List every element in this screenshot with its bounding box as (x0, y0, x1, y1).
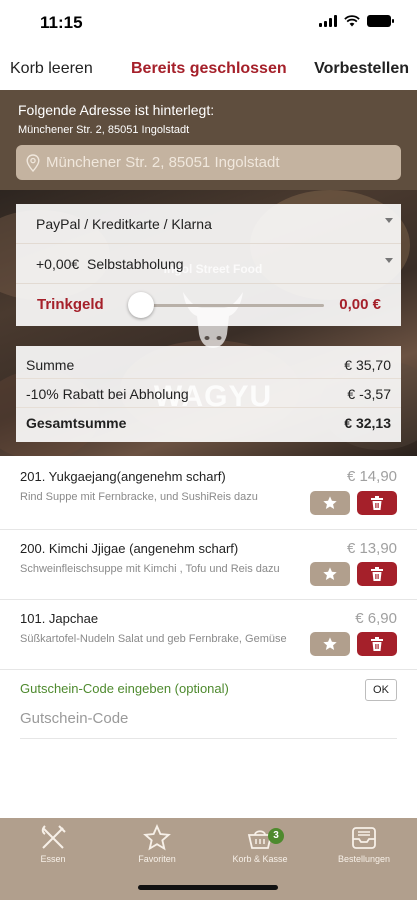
delivery-mode-select[interactable]: +0,00€ Selbstabholung (16, 244, 401, 284)
cart-item: 101. Japchae Süßkartofel-Nudeln Salat un… (0, 600, 417, 670)
trash-icon (371, 567, 383, 581)
nav-bar: Korb leeren Bereits geschlossen Vorbeste… (0, 46, 417, 90)
clear-cart-button[interactable]: Korb leeren (10, 60, 93, 78)
item-description: Süßkartofel-Nudeln Salat und geb Fernbra… (20, 633, 287, 645)
total-label: Gesamtsumme (26, 415, 127, 431)
subtotal-row: Summe € 35,70 (16, 350, 401, 379)
payment-method-select[interactable]: PayPal / Kreditkarte / Klarna (16, 204, 401, 244)
delete-button[interactable] (357, 632, 397, 656)
tab-label: Bestellungen (337, 854, 391, 864)
voucher-code-input[interactable]: Gutschein-Code (20, 710, 128, 727)
subtotal-value: € 35,70 (344, 357, 391, 373)
checkout-hero: Folgende Adresse ist hinterlegt: München… (0, 90, 417, 456)
address-heading: Folgende Adresse ist hinterlegt: (18, 102, 215, 118)
cart-count-badge: 3 (268, 828, 284, 844)
wifi-icon (344, 15, 360, 27)
star-icon (323, 637, 337, 650)
star-icon (143, 824, 171, 851)
discount-row: -10% Rabatt bei Abholung € -3,57 (16, 379, 401, 408)
subtotal-label: Summe (26, 357, 75, 373)
delivery-fee: +0,00€ (36, 256, 80, 272)
tab-bestellungen[interactable]: Bestellungen (312, 824, 416, 874)
status-icons (319, 15, 394, 27)
divider (20, 738, 397, 739)
tab-korb-kasse[interactable]: 3 Korb & Kasse (208, 824, 312, 874)
tip-label: Trinkgeld (37, 296, 104, 313)
discount-value: € -3,57 (347, 386, 391, 402)
cart-item: 200. Kimchi Jjigae (angenehm scharf) Sch… (0, 530, 417, 600)
closed-status: Bereits geschlossen (131, 60, 287, 77)
tab-label: Essen (40, 854, 66, 864)
cart-item: 201. Yukgaejang(angenehm scharf) Rind Su… (0, 458, 417, 530)
home-indicator (138, 885, 278, 890)
item-price: € 6,90 (355, 610, 397, 627)
trash-icon (371, 496, 383, 510)
delivery-mode: Selbstabholung (87, 256, 184, 272)
total-value: € 32,13 (344, 415, 391, 431)
payment-card: PayPal / Kreditkarte / Klarna +0,00€ Sel… (16, 204, 401, 326)
chevron-down-icon (385, 218, 393, 223)
address-section: Folgende Adresse ist hinterlegt: München… (0, 90, 417, 190)
item-price: € 14,90 (346, 468, 397, 485)
delete-button[interactable] (357, 562, 397, 586)
tab-label: Korb & Kasse (232, 854, 288, 864)
tab-essen[interactable]: Essen (1, 824, 105, 874)
tab-label: Favoriten (138, 854, 176, 864)
star-icon (323, 567, 337, 580)
chevron-down-icon (385, 258, 393, 263)
status-time: 11:15 (40, 13, 83, 32)
delivery-mode-value: +0,00€ Selbstabholung (36, 256, 184, 272)
item-name: 201. Yukgaejang(angenehm scharf) (20, 469, 226, 484)
trash-icon (371, 637, 383, 651)
order-summary: Summe € 35,70 -10% Rabatt bei Abholung €… (16, 346, 401, 442)
favorite-button[interactable] (310, 491, 350, 515)
status-bar: 11:15 (0, 0, 417, 46)
item-description: Schweinfleischsuppe mit Kimchi , Tofu un… (20, 563, 280, 575)
cellular-signal-icon (319, 15, 337, 27)
payment-method-value: PayPal / Kreditkarte / Klarna (36, 216, 212, 232)
address-value: Münchener Str. 2, 85051 Ingolstadt (18, 124, 190, 136)
item-name: 101. Japchae (20, 611, 99, 626)
fork-knife-icon (41, 825, 66, 849)
tab-favoriten[interactable]: Favoriten (105, 824, 209, 874)
item-name: 200. Kimchi Jjigae (angenehm scharf) (20, 541, 239, 556)
favorite-button[interactable] (310, 632, 350, 656)
delete-button[interactable] (357, 491, 397, 515)
address-field[interactable]: Münchener Str. 2, 85051 Ingolstadt (16, 145, 401, 180)
inbox-icon (352, 827, 376, 849)
tip-value: 0,00 € (339, 296, 381, 313)
tip-slider-track[interactable] (134, 304, 324, 307)
item-price: € 13,90 (346, 540, 397, 557)
discount-label: -10% Rabatt bei Abholung (26, 386, 189, 402)
preorder-button[interactable]: Vorbestellen (314, 60, 409, 78)
voucher-ok-button[interactable]: OK (365, 679, 397, 701)
favorite-button[interactable] (310, 562, 350, 586)
address-field-value: Münchener Str. 2, 85051 Ingolstadt (46, 154, 280, 171)
battery-icon (367, 15, 394, 27)
item-description: Rind Suppe mit Fernbracke, und SushiReis… (20, 491, 258, 503)
voucher-label: Gutschein-Code eingeben (optional) (20, 681, 229, 696)
star-icon (323, 496, 337, 509)
total-row: Gesamtsumme € 32,13 (16, 408, 401, 437)
tip-slider-handle[interactable] (128, 292, 154, 318)
location-pin-icon (26, 154, 40, 172)
